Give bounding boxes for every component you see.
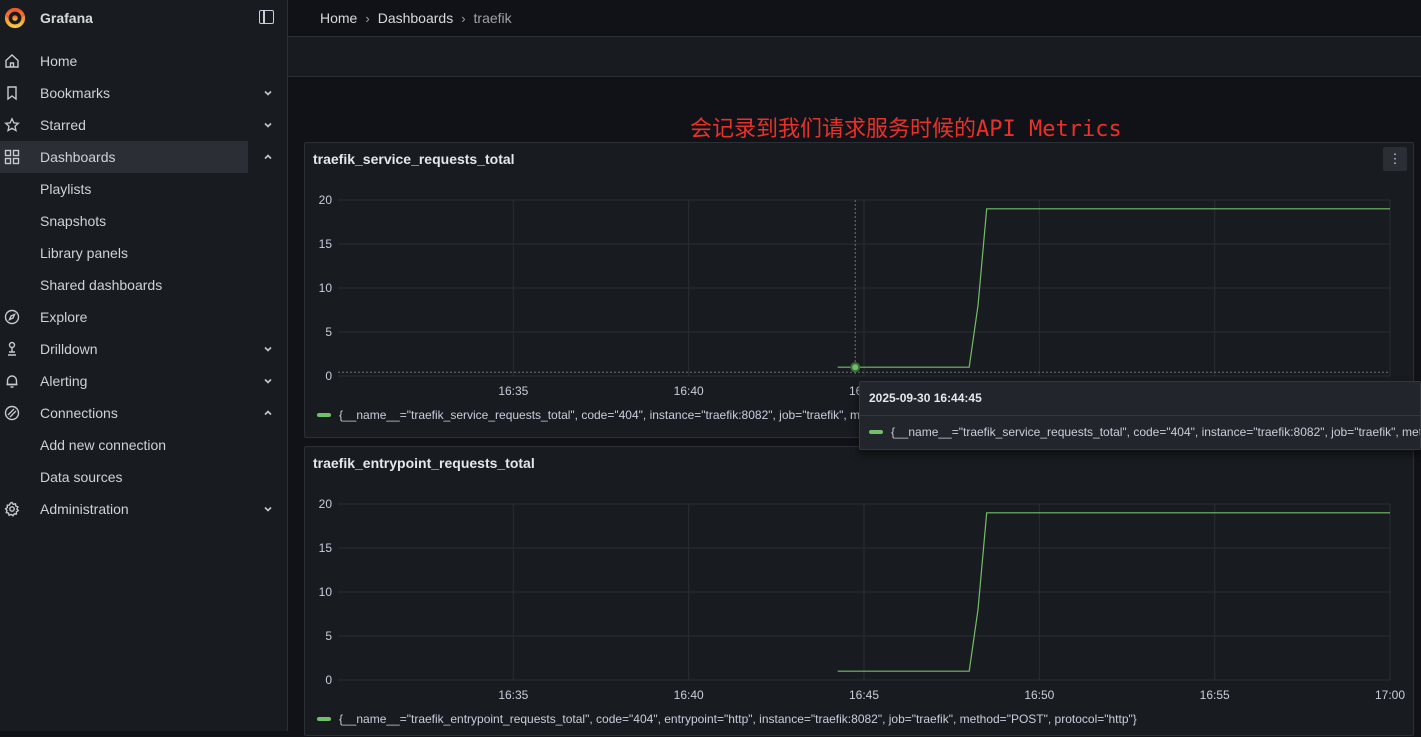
sidebar-item-label: Alerting (40, 373, 88, 389)
sidebar-item-label: Bookmarks (40, 85, 111, 101)
sidebar-item-label: Snapshots (40, 213, 107, 229)
dashboards-icon (4, 149, 20, 165)
sidebar-nav: Home Bookmarks Starred Dashboards Playlists S… (0, 45, 288, 525)
chevron-up-icon[interactable] (261, 150, 275, 164)
x-tick-label: 16:35 (498, 384, 528, 398)
grafana-logo-icon (4, 7, 26, 29)
tooltip-swatch (869, 430, 883, 434)
x-tick-label: 16:40 (674, 384, 704, 398)
chevron-down-icon[interactable] (261, 502, 275, 516)
star-icon (4, 117, 20, 133)
sidebar-item-connections[interactable]: Connections (0, 397, 288, 429)
brand[interactable]: Grafana (0, 0, 287, 36)
chevron-down-icon[interactable] (261, 342, 275, 356)
panel-entrypoint-requests: traefik_entrypoint_requests_total 0 5 10 15… (304, 446, 1414, 736)
sidebar-item-label: Shared dashboards (40, 277, 163, 293)
breadcrumb-current: traefik (473, 10, 512, 26)
sidebar-item-label: Library panels (40, 245, 128, 261)
sidebar-item-starred[interactable]: Starred (0, 109, 288, 141)
app-name: Grafana (40, 10, 93, 26)
y-tick-label: 0 (325, 673, 332, 687)
breadcrumb-home[interactable]: Home (320, 10, 357, 26)
annotation-text: 会记录到我们请求服务时候的API Metrics (690, 117, 1122, 142)
sidebar-item-label: Home (40, 53, 78, 69)
y-tick-label: 10 (319, 281, 333, 295)
sidebar-item-shared-dashboards[interactable]: Shared dashboards (0, 269, 288, 301)
x-tick-label: 16:45 (849, 688, 879, 702)
chevron-down-icon[interactable] (261, 374, 275, 388)
sidebar-item-library-panels[interactable]: Library panels (0, 237, 288, 269)
breadcrumb-separator-icon: › (365, 10, 370, 26)
y-tick-label: 5 (325, 325, 332, 339)
dock-menu-icon[interactable] (259, 10, 274, 24)
x-tick-label: 16:35 (498, 688, 528, 702)
tooltip-time: 2025-09-30 16:44:45 (869, 391, 982, 405)
sidebar-item-label: Administration (40, 501, 129, 517)
dashboard-toolbar (288, 37, 1421, 77)
drilldown-icon (4, 341, 20, 357)
sidebar-item-label: Drilldown (40, 341, 98, 357)
breadcrumb-dashboards[interactable]: Dashboards (378, 10, 454, 26)
sidebar-item-add-new-connection[interactable]: Add new connection (0, 429, 288, 461)
breadcrumb: Home › Dashboards › traefik (288, 0, 1421, 37)
sidebar-item-drilldown[interactable]: Drilldown (0, 333, 288, 365)
x-tick-label: 17:00 (1375, 688, 1405, 702)
tooltip-series-label: {__name__="traefik_service_requests_tota… (891, 425, 1421, 439)
y-tick-label: 5 (325, 629, 332, 643)
chevron-up-icon[interactable] (261, 406, 275, 420)
tooltip-divider (860, 415, 1420, 416)
legend-item[interactable]: {__name__="traefik_entrypoint_requests_t… (317, 712, 1407, 726)
chevron-down-icon[interactable] (261, 118, 275, 132)
legend-swatch (317, 717, 331, 721)
sidebar-item-bookmarks[interactable]: Bookmarks (0, 77, 288, 109)
x-tick-label: 16:50 (1024, 688, 1054, 702)
sidebar: Grafana Home Bookmarks Starred Dashboards Pl… (0, 0, 288, 731)
gear-icon (4, 501, 20, 517)
breadcrumb-separator-icon: › (461, 10, 466, 26)
sidebar-item-label: Add new connection (40, 437, 167, 453)
sidebar-item-explore[interactable]: Explore (0, 301, 288, 333)
y-tick-label: 0 (325, 369, 332, 383)
chart-tooltip: 2025-09-30 16:44:45 {__name__="traefik_s… (859, 381, 1421, 450)
y-tick-label: 20 (319, 497, 333, 511)
sidebar-item-label: Playlists (40, 181, 92, 197)
hover-point (850, 362, 861, 373)
sidebar-item-dashboards[interactable]: Dashboards (0, 141, 272, 173)
sidebar-item-data-sources[interactable]: Data sources (0, 461, 288, 493)
bell-icon (4, 373, 20, 389)
sidebar-item-snapshots[interactable]: Snapshots (0, 205, 288, 237)
y-tick-label: 15 (319, 541, 333, 555)
sidebar-item-playlists[interactable]: Playlists (0, 173, 288, 205)
sidebar-item-home[interactable]: Home (0, 45, 288, 77)
bookmark-icon (4, 85, 20, 101)
sidebar-item-alerting[interactable]: Alerting (0, 365, 288, 397)
connections-icon (4, 405, 20, 421)
sidebar-item-administration[interactable]: Administration (0, 493, 288, 525)
x-tick-label: 16:55 (1200, 688, 1230, 702)
y-tick-label: 10 (319, 585, 333, 599)
sidebar-item-label: Dashboards (40, 149, 116, 165)
legend-swatch (317, 413, 331, 417)
x-tick-label: 16:40 (674, 688, 704, 702)
sidebar-item-label: Connections (40, 405, 118, 421)
compass-icon (4, 309, 20, 325)
y-tick-label: 15 (319, 237, 333, 251)
tooltip-series: {__name__="traefik_service_requests_tota… (869, 425, 1421, 439)
chart-entrypoint-requests: 0 5 10 15 20 16:35 16:40 16:45 16:50 16:55 17:00 (319, 497, 1406, 702)
sidebar-item-label: Explore (40, 309, 88, 325)
chevron-down-icon[interactable] (261, 86, 275, 100)
sidebar-item-label: Data sources (40, 469, 123, 485)
y-tick-label: 20 (319, 193, 333, 207)
sidebar-item-label: Starred (40, 117, 86, 133)
home-icon (4, 53, 20, 69)
legend-label: {__name__="traefik_entrypoint_requests_t… (339, 712, 1137, 726)
